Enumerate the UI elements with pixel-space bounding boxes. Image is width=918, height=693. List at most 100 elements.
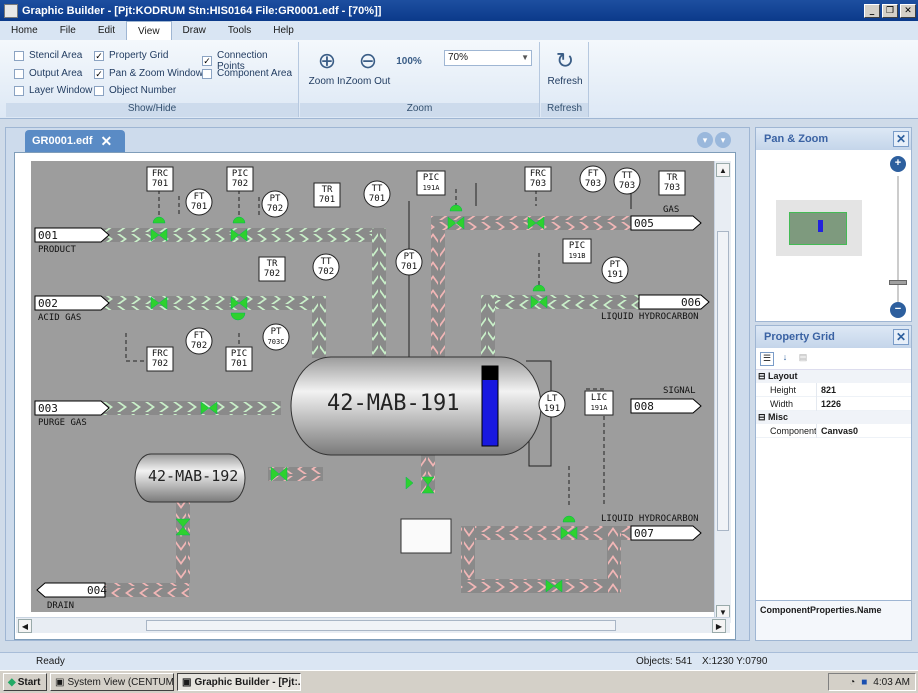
zoom-select-value: 70% xyxy=(448,52,469,63)
menu-tools[interactable]: Tools xyxy=(217,21,262,40)
vertical-scrollbar[interactable]: ▲ ▼ xyxy=(714,161,731,623)
taskbar-item-label: System View (CENTUM V... xyxy=(67,676,174,688)
stencil-area-checkbox[interactable]: Stencil Area xyxy=(14,50,82,61)
scroll-left-icon[interactable]: ◀ xyxy=(18,619,32,633)
menu-edit[interactable]: Edit xyxy=(87,21,126,40)
property-value[interactable]: Canvas0 xyxy=(816,423,911,438)
zoom-select[interactable]: 70% ▼ xyxy=(444,50,532,66)
zoom-slider[interactable]: + − xyxy=(887,152,909,320)
category-name: Layout xyxy=(768,371,798,381)
tab-controls: ▾ ▾ xyxy=(697,132,731,148)
property-key: Height xyxy=(770,384,797,395)
process-graphic xyxy=(34,165,710,598)
property-grid-header: Property Grid ✕ xyxy=(756,326,911,348)
property-description: ComponentProperties.Name xyxy=(756,600,911,640)
tab-list-button[interactable]: ▾ xyxy=(697,132,713,148)
pipe-002-down xyxy=(312,296,326,358)
taskbar-item-system-view[interactable]: ▣System View (CENTUM V... xyxy=(50,673,174,691)
pipe-005-up xyxy=(431,216,445,358)
layer-window-checkbox[interactable]: Layer Window xyxy=(14,85,92,96)
preview-level-marker xyxy=(818,220,823,232)
zoom-group-label: Zoom xyxy=(300,103,539,117)
property-row-width[interactable]: Width 1226 xyxy=(756,396,911,411)
vertical-scroll-thumb[interactable] xyxy=(717,231,729,531)
close-button[interactable]: ✕ xyxy=(900,3,916,18)
menu-home[interactable]: Home xyxy=(0,21,49,40)
menu-file[interactable]: File xyxy=(49,21,87,40)
vessel-42-mab-191[interactable] xyxy=(290,356,542,456)
clock: 4:03 AM xyxy=(873,676,910,688)
property-value[interactable]: 1226 xyxy=(816,396,911,411)
pan-zoom-window-checkbox[interactable]: ✓ Pan & Zoom Window xyxy=(94,68,203,79)
zoom-in-button[interactable]: ⊕ Zoom In xyxy=(307,46,347,87)
valve-icon xyxy=(562,515,576,523)
category-name: Misc xyxy=(768,412,789,422)
menu-help[interactable]: Help xyxy=(262,21,305,40)
taskbar: ◆Start ▣System View (CENTUM V... ▣Graphi… xyxy=(0,670,918,693)
document-tab-label: GR0001.edf xyxy=(32,135,93,147)
title-bar: Graphic Builder - [Pjt:KODRUM Stn:HIS016… xyxy=(0,0,918,21)
horizontal-scrollbar[interactable]: ◀ ▶ xyxy=(16,617,730,633)
show-hide-group-label: Show/Hide xyxy=(6,103,298,117)
vessel-42-mab-192[interactable] xyxy=(134,453,246,503)
menu-draw[interactable]: Draw xyxy=(172,21,217,40)
check-mark-icon: ✓ xyxy=(94,68,104,79)
zoom-100-icon-text: 100% xyxy=(396,55,422,67)
page-100-icon: 100% xyxy=(394,46,424,76)
restore-button[interactable]: ❐ xyxy=(882,3,898,18)
tray-network-icon[interactable]: ◔ xyxy=(849,677,855,688)
ribbon: Stencil Area Output Area Layer Window ✓ P… xyxy=(0,40,918,119)
menu-view[interactable]: View xyxy=(126,21,172,40)
property-row-height[interactable]: Height 821 xyxy=(756,382,911,397)
pipe-006 xyxy=(481,295,641,309)
categorized-icon[interactable]: ☰ xyxy=(760,351,774,366)
tab-menu-button[interactable]: ▾ xyxy=(715,132,731,148)
taskbar-item-label: Graphic Builder - [Pjt:... xyxy=(194,676,301,688)
minimize-button[interactable]: _ xyxy=(864,3,880,18)
pipe-bypass-right xyxy=(607,526,621,593)
graphic-canvas[interactable]: 42-MAB-191 42-MAB-192 001 PRODUCT 002 AC… xyxy=(31,161,714,612)
property-value[interactable]: 821 xyxy=(816,382,911,397)
pipe-192-down xyxy=(176,501,190,583)
checkbox-box xyxy=(14,50,24,61)
scroll-up-icon[interactable]: ▲ xyxy=(716,163,730,177)
zoom-out-button[interactable]: ⊖ Zoom Out xyxy=(344,46,392,87)
property-pages-icon[interactable]: ▤ xyxy=(796,352,810,366)
property-key: ComponentPr xyxy=(770,425,816,436)
refresh-group-label: Refresh xyxy=(541,103,588,117)
start-button[interactable]: ◆ Start xyxy=(3,673,47,691)
property-row-component[interactable]: ComponentPrCanvas0 xyxy=(756,423,911,438)
tray-app-icon[interactable]: ■ xyxy=(861,677,867,688)
output-area-checkbox[interactable]: Output Area xyxy=(14,68,82,79)
window-icon: ▣ xyxy=(182,676,192,688)
property-grid-checkbox[interactable]: ✓ Property Grid xyxy=(94,50,168,61)
cursor-coords: X:1230 Y:0790 xyxy=(702,656,768,667)
close-tab-icon[interactable]: ✕ xyxy=(101,133,113,150)
category-misc[interactable]: ⊟ Misc xyxy=(756,411,911,424)
window-title: Graphic Builder - [Pjt:KODRUM Stn:HIS016… xyxy=(22,4,382,17)
horizontal-scroll-thumb[interactable] xyxy=(146,620,616,631)
zoom-minus-icon[interactable]: − xyxy=(890,302,906,318)
component-area-checkbox[interactable]: Component Area xyxy=(202,68,292,79)
document-tab[interactable]: GR0001.edf ✕ xyxy=(25,130,125,152)
category-layout[interactable]: ⊟ Layout xyxy=(756,370,911,383)
pipe-006-down xyxy=(481,295,495,359)
checkbox-box xyxy=(14,68,24,79)
scroll-right-icon[interactable]: ▶ xyxy=(712,619,726,633)
taskbar-item-graphic-builder[interactable]: ▣ Graphic Builder - [Pjt:... xyxy=(177,673,301,691)
checkbox-label: Output Area xyxy=(29,68,83,79)
close-pane-icon[interactable]: ✕ xyxy=(893,329,909,345)
property-grid-pane: Property Grid ✕ ☰ ↓ ▤ ⊟ Layout Height 821 … xyxy=(755,325,912,641)
refresh-button[interactable]: ↻ Refresh xyxy=(545,46,585,87)
object-number-checkbox[interactable]: Object Number xyxy=(94,85,176,96)
property-description-text: ComponentProperties.Name xyxy=(760,605,882,615)
close-pane-icon[interactable]: ✕ xyxy=(893,131,909,147)
pipe-007 xyxy=(461,526,631,540)
pan-zoom-preview[interactable] xyxy=(776,200,862,256)
valve-icon xyxy=(449,204,463,212)
zoom-100-button[interactable]: 100% xyxy=(392,46,426,76)
zoom-plus-icon[interactable]: + xyxy=(890,156,906,172)
alphabetical-icon[interactable]: ↓ xyxy=(778,352,792,366)
pipe-bypass xyxy=(461,579,621,593)
zoom-slider-thumb[interactable] xyxy=(889,280,907,285)
